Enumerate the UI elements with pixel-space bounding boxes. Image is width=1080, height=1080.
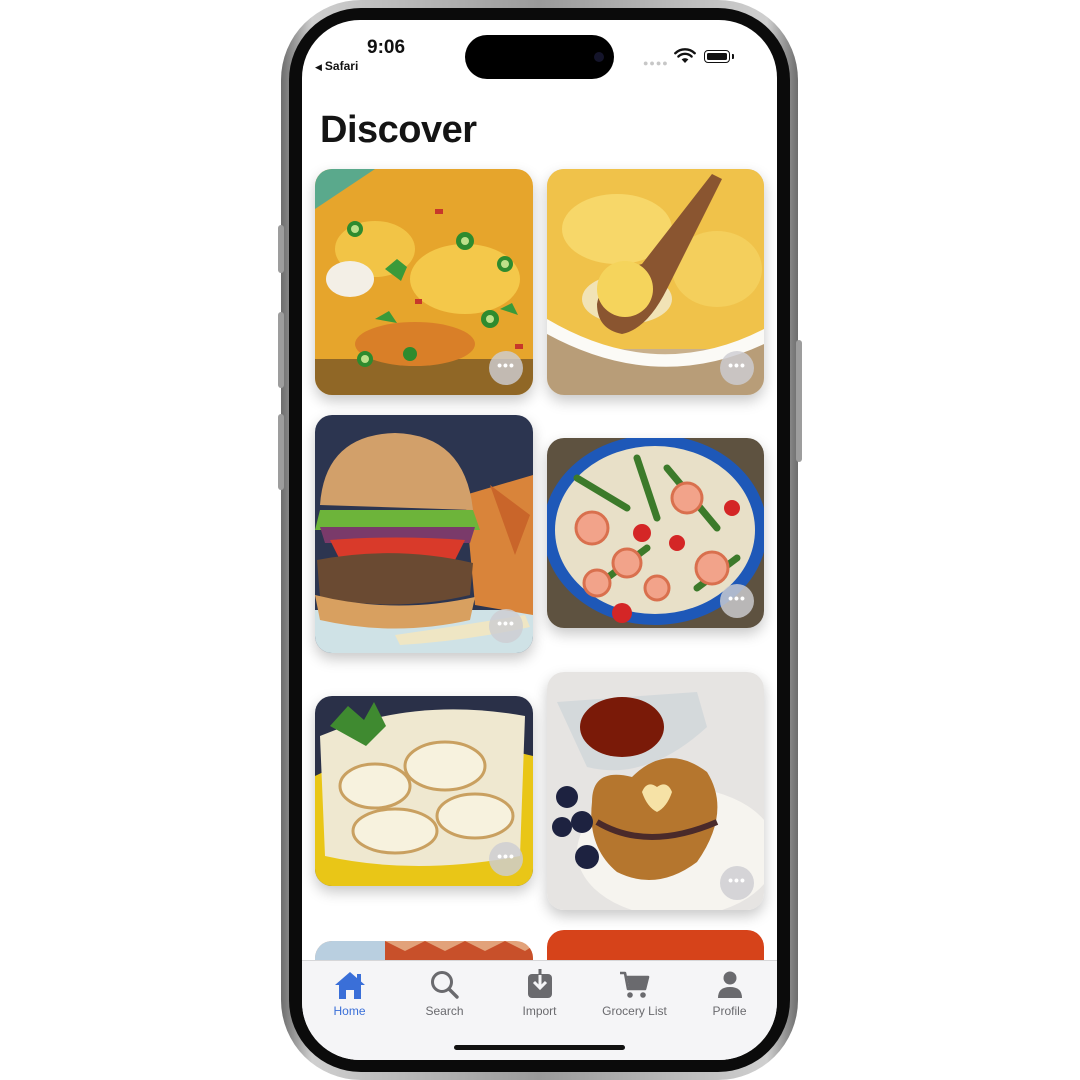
recipe-card[interactable]: ••• — [315, 696, 533, 886]
power-button — [796, 340, 802, 462]
tab-home[interactable]: Home — [302, 969, 397, 1025]
ellipsis-icon: ••• — [728, 872, 746, 888]
app-screen: 9:06 ◀ Safari ●●●● Discover ••• ••• ••• … — [302, 20, 777, 1060]
volume-up-button — [278, 312, 284, 388]
more-options-button[interactable]: ••• — [720, 866, 754, 900]
ellipsis-icon: ••• — [497, 848, 515, 864]
volume-down-button — [278, 414, 284, 490]
recipe-card[interactable]: ••• — [547, 672, 764, 910]
dynamic-island — [465, 35, 614, 79]
tab-grocery-list[interactable]: Grocery List — [587, 969, 682, 1025]
back-app-label: Safari — [324, 59, 359, 73]
wifi-icon — [674, 48, 696, 63]
recipe-card[interactable]: ••• — [547, 169, 764, 395]
recipe-card[interactable]: ••• — [315, 169, 533, 395]
magnifier-icon — [430, 971, 459, 999]
ellipsis-icon: ••• — [728, 590, 746, 606]
more-options-button[interactable]: ••• — [489, 842, 523, 876]
tab-label: Grocery List — [602, 1004, 667, 1018]
ellipsis-icon: ••• — [497, 357, 515, 373]
back-triangle-icon: ◀ — [315, 62, 322, 72]
tab-import[interactable]: Import — [492, 969, 587, 1025]
back-to-safari-link[interactable]: ◀ Safari — [315, 59, 358, 73]
recipe-card[interactable]: ••• — [547, 438, 764, 628]
tab-label: Import — [522, 1004, 557, 1018]
person-icon — [717, 971, 742, 998]
tab-label: Search — [425, 1004, 464, 1018]
recipe-card[interactable]: ••• — [315, 415, 533, 653]
more-options-button[interactable]: ••• — [720, 351, 754, 385]
home-indicator[interactable] — [454, 1045, 625, 1050]
house-icon — [334, 972, 365, 999]
ellipsis-icon: ••• — [497, 615, 515, 631]
import-tray-icon — [527, 969, 552, 998]
more-options-button[interactable]: ••• — [489, 351, 523, 385]
tab-label: Home — [333, 1004, 366, 1018]
camera-dot — [594, 52, 604, 62]
more-options-button[interactable]: ••• — [489, 609, 523, 643]
shopping-cart-icon — [619, 971, 649, 998]
tab-profile[interactable]: Profile — [682, 969, 777, 1025]
action-button — [278, 225, 284, 273]
tab-label: Profile — [712, 1004, 747, 1018]
more-options-button[interactable]: ••• — [720, 584, 754, 618]
ellipsis-icon: ••• — [728, 357, 746, 373]
tab-search[interactable]: Search — [397, 969, 492, 1025]
cellular-signal-icon: ●●●● — [643, 58, 669, 68]
status-time: 9:06 — [367, 37, 406, 58]
battery-icon — [704, 50, 734, 63]
page-title: Discover — [320, 109, 477, 151]
